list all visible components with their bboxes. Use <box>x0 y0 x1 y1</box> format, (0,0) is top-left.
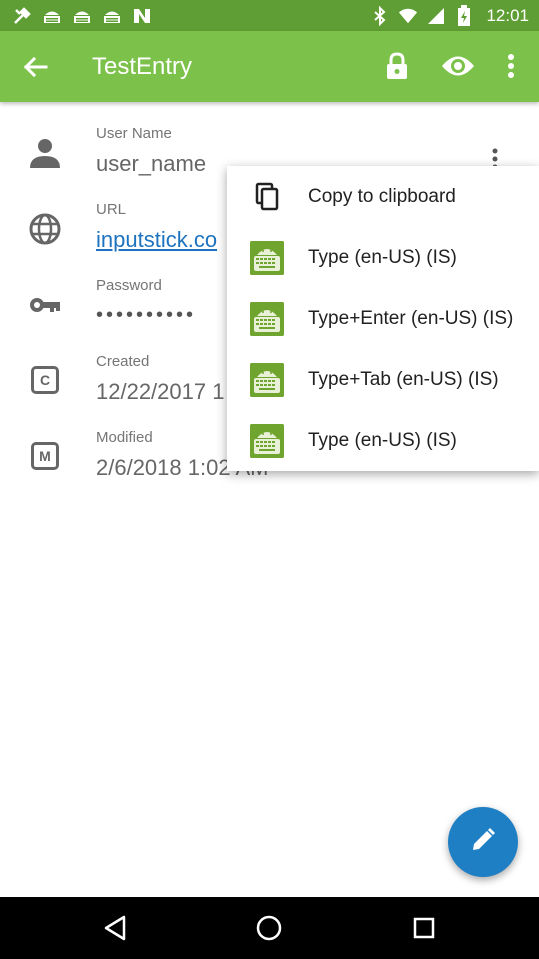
overflow-menu-icon[interactable] <box>500 51 522 81</box>
menu-item-label: Type+Tab (en-US) (IS) <box>308 368 499 390</box>
wifi-icon <box>398 6 418 26</box>
nav-recents-icon[interactable] <box>408 912 440 944</box>
pencil-icon <box>470 827 496 858</box>
field-label: Modified <box>96 429 153 446</box>
key-icon <box>26 286 64 324</box>
back-arrow-icon[interactable] <box>20 52 50 82</box>
app-bar: TestEntry <box>0 31 539 102</box>
notification-icons <box>0 0 152 31</box>
system-status: 12:01 <box>370 0 529 31</box>
keyboard-notif-icon-2 <box>72 6 92 26</box>
menu-item-label: Type (en-US) (IS) <box>308 246 457 268</box>
field-label: User Name <box>96 125 172 142</box>
context-menu: Copy to clipboard Type (en-US) (IS) Type… <box>227 166 539 471</box>
battery-icon <box>454 4 474 26</box>
keyboard-lock-notif-icon <box>102 6 122 26</box>
system-nav-bar <box>0 897 539 959</box>
inputstick-keyboard-icon <box>249 423 285 459</box>
menu-item-type-2[interactable]: Type (en-US) (IS) <box>227 410 539 471</box>
menu-item-copy[interactable]: Copy to clipboard <box>227 166 539 227</box>
field-label: URL <box>96 201 127 218</box>
inputstick-keyboard-icon <box>249 240 285 276</box>
menu-item-type-tab[interactable]: Type+Tab (en-US) (IS) <box>227 349 539 410</box>
url-link[interactable]: inputstick.co <box>96 227 217 253</box>
lock-icon[interactable] <box>383 52 411 80</box>
menu-item-label: Type (en-US) (IS) <box>308 429 457 451</box>
menu-item-type[interactable]: Type (en-US) (IS) <box>227 227 539 288</box>
field-value: 12/22/2017 1 <box>96 379 225 404</box>
menu-item-label: Type+Enter (en-US) (IS) <box>308 307 514 329</box>
inputstick-keyboard-icon <box>249 301 285 337</box>
copy-icon <box>249 179 285 215</box>
nav-back-icon[interactable] <box>100 912 132 944</box>
eye-icon[interactable] <box>441 53 475 79</box>
n-logo-icon <box>132 6 152 26</box>
created-c-icon: C <box>26 361 64 399</box>
clock: 12:01 <box>486 5 529 25</box>
cell-signal-icon <box>426 6 446 26</box>
globe-icon <box>26 210 64 248</box>
tools-icon <box>12 6 32 26</box>
password-dots: •••••••••• <box>96 304 197 326</box>
person-icon <box>26 134 64 172</box>
menu-item-type-enter[interactable]: Type+Enter (en-US) (IS) <box>227 288 539 349</box>
menu-item-label: Copy to clipboard <box>308 185 456 207</box>
edit-fab-button[interactable] <box>448 807 518 877</box>
nav-home-icon[interactable] <box>253 912 285 944</box>
field-label: Password <box>96 277 162 294</box>
field-value: user_name <box>96 151 207 176</box>
field-label: Created <box>96 353 150 370</box>
inputstick-keyboard-icon <box>249 362 285 398</box>
keyboard-notif-icon <box>42 6 62 26</box>
modified-m-icon: M <box>26 437 64 475</box>
bluetooth-icon <box>370 5 390 26</box>
page-title: TestEntry <box>92 53 193 80</box>
status-bar: 12:01 <box>0 0 539 31</box>
